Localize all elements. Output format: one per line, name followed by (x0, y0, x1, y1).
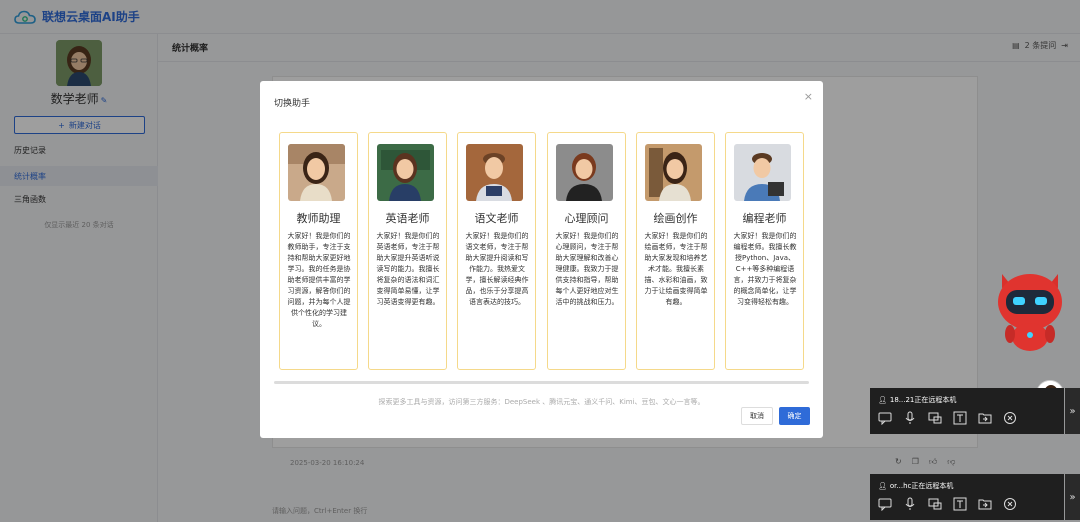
chat-icon[interactable] (878, 497, 892, 511)
assistant-description: 大家好！我是你们的绘画老师，专注于帮助大家发现和培养艺术才能。我擅长素描、水彩和… (644, 232, 708, 306)
expand-panel-icon[interactable]: » (1065, 388, 1080, 434)
assistant-name: 编程老师 (742, 212, 787, 225)
modal-title: 切换助手 (274, 99, 311, 109)
assistant-avatar (377, 144, 434, 201)
remote-session-panel: 👤︎ 18...21正在远程本机 (870, 388, 1064, 434)
horizontal-scrollbar[interactable] (274, 381, 809, 384)
assistant-name: 英语老师 (385, 212, 430, 225)
chat-icon[interactable] (878, 411, 892, 425)
user-icon: 👤︎ (878, 396, 887, 404)
robot-mascot-icon[interactable] (988, 262, 1072, 356)
cancel-button[interactable]: 取消 (741, 407, 773, 425)
remote-session-text: 18...21正在远程本机 (889, 396, 957, 404)
switch-assistant-modal: 切换助手 × 教师助理 大家好！我是你们的教师助手，专注于支持和帮助大家更好地学… (260, 81, 823, 438)
remote-toolbar (878, 411, 1017, 425)
remote-session-title: 👤︎ or...hc正在远程本机 (878, 481, 953, 491)
assistant-card[interactable]: 英语老师 大家好！我是你们的英语老师，专注于帮助大家提升英语听说读写的能力。我擅… (368, 132, 447, 370)
assistant-description: 大家好！我是你们的编程老师。我擅长教授Python、Java、C++等多种编程语… (733, 232, 797, 306)
assistant-description: 大家好！我是你们的英语老师，专注于帮助大家提升英语听说读写的能力。我擅长将复杂的… (376, 232, 440, 306)
assistant-description: 大家好！我是你们的语文老师，专注于帮助大家提升阅读和写作能力。我热爱文学，擅长解… (465, 232, 529, 306)
confirm-button[interactable]: 确定 (779, 407, 810, 425)
assistant-name: 心理顾问 (564, 212, 609, 225)
assistant-card[interactable]: 心理顾问 大家好！我是你们的心理顾问，专注于帮助大家理解和改善心理健康。我致力于… (547, 132, 626, 370)
assistant-card[interactable]: 语文老师 大家好！我是你们的语文老师，专注于帮助大家提升阅读和写作能力。我热爱文… (457, 132, 536, 370)
assistant-avatar (556, 144, 613, 201)
assistant-avatar (734, 144, 791, 201)
assistant-card[interactable]: 绘画创作 大家好！我是你们的绘画老师，专注于帮助大家发现和培养艺术才能。我擅长素… (636, 132, 715, 370)
assistant-card[interactable]: 编程老师 大家好！我是你们的编程老师。我擅长教授Python、Java、C++等… (725, 132, 804, 370)
assistant-card[interactable]: 教师助理 大家好！我是你们的教师助手，专注于支持和帮助大家更好地学习。我的任务是… (279, 132, 358, 370)
screen-share-icon[interactable] (928, 411, 942, 425)
assistant-description: 大家好！我是你们的教师助手，专注于支持和帮助大家更好地学习。我的任务是协助老师提… (287, 232, 351, 328)
close-circle-icon[interactable] (1003, 497, 1017, 511)
footer-note: 探索更多工具与资源，访问第三方服务：DeepSeek 、腾讯元宝、通义千问、Ki… (378, 398, 705, 406)
assistant-avatar (466, 144, 523, 201)
expand-panel-icon[interactable]: » (1065, 474, 1080, 520)
remote-session-title: 👤︎ 18...21正在远程本机 (878, 395, 956, 405)
assistant-avatar (288, 144, 345, 201)
microphone-icon[interactable] (903, 497, 917, 511)
remote-session-text: or...hc正在远程本机 (889, 482, 954, 490)
folder-transfer-icon[interactable] (978, 411, 992, 425)
assistant-name: 语文老师 (474, 212, 519, 225)
text-icon[interactable] (953, 411, 967, 425)
close-circle-icon[interactable] (1003, 411, 1017, 425)
user-icon: 👤︎ (878, 482, 887, 490)
assistant-avatar (645, 144, 702, 201)
remote-toolbar (878, 497, 1017, 511)
close-icon[interactable]: × (804, 90, 813, 103)
remote-session-panel: 👤︎ or...hc正在远程本机 (870, 474, 1064, 520)
screen-share-icon[interactable] (928, 497, 942, 511)
folder-transfer-icon[interactable] (978, 497, 992, 511)
assistant-name: 绘画创作 (653, 212, 698, 225)
assistant-name: 教师助理 (296, 212, 341, 225)
text-icon[interactable] (953, 497, 967, 511)
assistant-description: 大家好！我是你们的心理顾问，专注于帮助大家理解和改善心理健康。我致力于提供支持和… (555, 232, 619, 306)
microphone-icon[interactable] (903, 411, 917, 425)
